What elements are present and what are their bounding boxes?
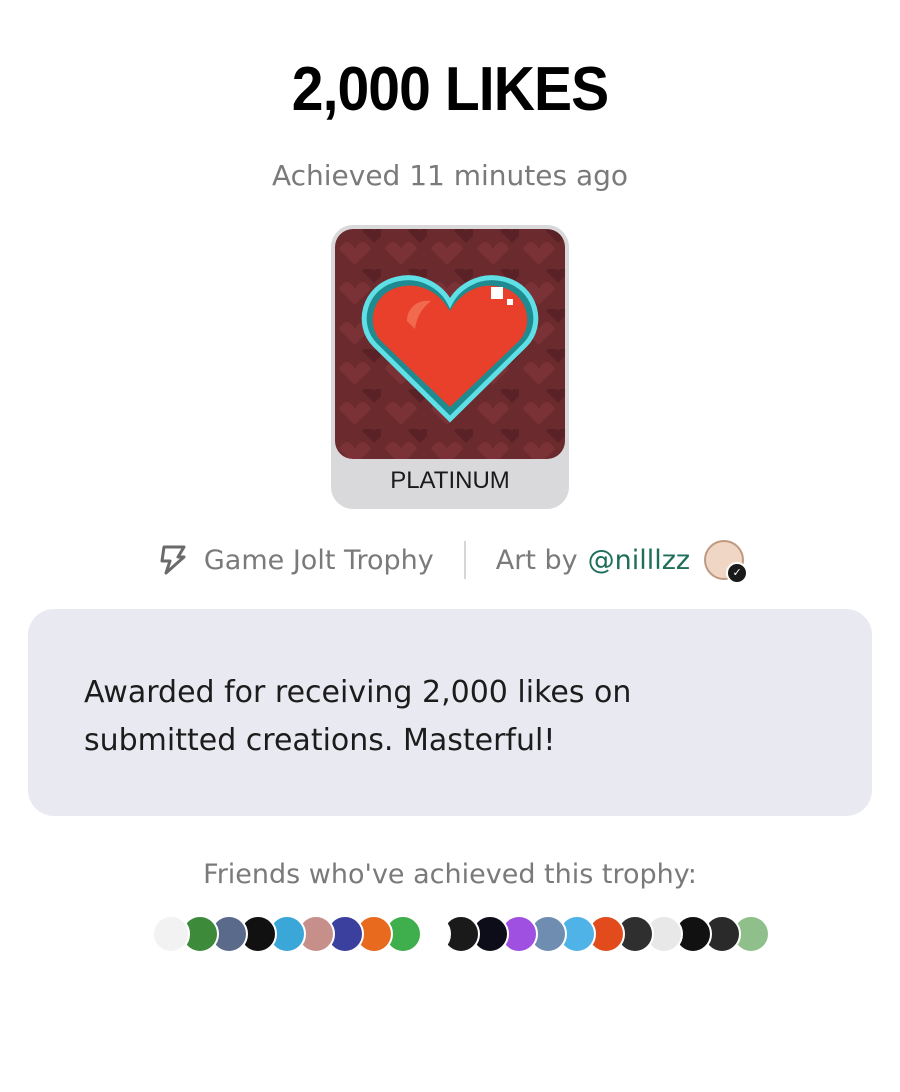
trophy-meta-row: Game Jolt Trophy Art by @nilllzz ✓ <box>0 538 900 584</box>
trophy-title: 2,000 LIKES <box>291 55 609 124</box>
heart-trophy-image <box>335 229 565 459</box>
meta-divider <box>463 541 466 579</box>
trophy-card[interactable]: PLATINUM <box>331 225 569 509</box>
art-by-label: Art by <box>495 544 578 576</box>
friends-avatar-row <box>152 914 770 954</box>
friend-avatar[interactable] <box>152 915 190 953</box>
trophy-description-card: Awarded for receiving 2,000 likes on sub… <box>28 609 872 816</box>
artist-handle-link[interactable]: @nilllzz <box>588 545 690 576</box>
artist-avatar[interactable]: ✓ <box>704 540 749 584</box>
verified-badge-icon: ✓ <box>726 562 749 584</box>
trophy-source-label: Game Jolt Trophy <box>203 544 434 576</box>
achieved-time: Achieved 11 minutes ago <box>271 159 629 192</box>
game-jolt-bolt-icon <box>160 545 186 575</box>
friends-label: Friends who've achieved this trophy: <box>203 859 697 890</box>
trophy-description: Awarded for receiving 2,000 likes on sub… <box>84 675 632 758</box>
trophy-tier-label: PLATINUM <box>390 467 510 494</box>
trophy-detail-page: 2,000 LIKES Achieved 11 minutes ago PLAT… <box>0 0 900 1092</box>
